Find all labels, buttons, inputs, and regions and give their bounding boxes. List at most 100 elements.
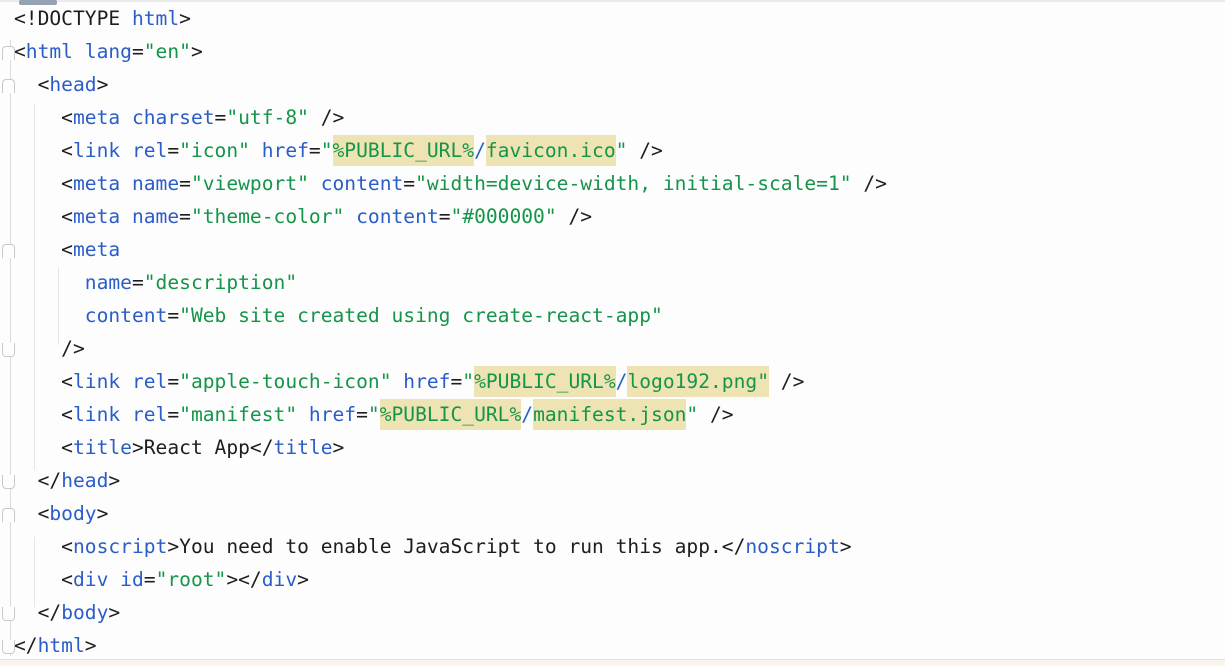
code-token: content bbox=[85, 304, 168, 327]
code-token: meta bbox=[73, 205, 120, 228]
code-token: /> bbox=[627, 139, 662, 162]
code-token: /> bbox=[557, 205, 592, 228]
code-token: < bbox=[14, 502, 49, 525]
fold-start-marker[interactable] bbox=[2, 79, 15, 93]
code-token: name bbox=[132, 172, 179, 195]
code-line[interactable]: <!DOCTYPE html> bbox=[14, 2, 887, 35]
code-token: >You need to enable JavaScript to run th… bbox=[167, 535, 745, 558]
code-line[interactable]: name="description" bbox=[14, 266, 887, 299]
code-token: "root" bbox=[156, 568, 227, 591]
highlighted-token: %PUBLIC_URL% bbox=[474, 366, 616, 397]
code-token: </ bbox=[14, 634, 38, 657]
code-token: <!DOCTYPE bbox=[14, 7, 132, 30]
code-token: link bbox=[73, 370, 120, 393]
code-token: rel bbox=[132, 370, 167, 393]
highlighted-token: favicon.ico bbox=[486, 135, 616, 166]
code-token bbox=[120, 106, 132, 129]
fold-end-marker[interactable] bbox=[2, 475, 15, 489]
code-token: rel bbox=[132, 403, 167, 426]
code-token: = bbox=[179, 172, 191, 195]
code-line[interactable]: <title>React App</title> bbox=[14, 431, 887, 464]
fold-start-marker[interactable] bbox=[2, 46, 15, 60]
code-line[interactable]: </body> bbox=[14, 596, 887, 629]
code-token bbox=[392, 370, 404, 393]
code-token: title bbox=[274, 436, 333, 459]
code-token: / bbox=[521, 403, 533, 426]
code-token: = bbox=[215, 106, 227, 129]
code-token: /> bbox=[14, 337, 85, 360]
code-line[interactable]: <html lang="en"> bbox=[14, 35, 887, 68]
code-token: href bbox=[262, 139, 309, 162]
fold-end-marker[interactable] bbox=[2, 640, 15, 654]
code-token: < bbox=[14, 139, 73, 162]
code-token bbox=[120, 403, 132, 426]
highlighted-token: manifest.json bbox=[533, 399, 686, 430]
code-line[interactable]: <meta charset="utf-8" /> bbox=[14, 101, 887, 134]
code-token bbox=[120, 205, 132, 228]
code-line[interactable]: <link rel="icon" href="%PUBLIC_URL%/favi… bbox=[14, 134, 887, 167]
code-token: < bbox=[14, 205, 73, 228]
code-token: div bbox=[262, 568, 297, 591]
code-line[interactable]: <link rel="apple-touch-icon" href="%PUBL… bbox=[14, 365, 887, 398]
code-token: noscript bbox=[745, 535, 839, 558]
code-token: html bbox=[132, 7, 179, 30]
code-token: "viewport" bbox=[191, 172, 309, 195]
code-token: = bbox=[144, 568, 156, 591]
code-line[interactable]: <head> bbox=[14, 68, 887, 101]
code-line[interactable]: <meta bbox=[14, 233, 887, 266]
code-token: /> bbox=[698, 403, 733, 426]
code-line[interactable]: /> bbox=[14, 332, 887, 365]
code-token: = bbox=[167, 370, 179, 393]
code-token: div bbox=[73, 568, 108, 591]
code-token: name bbox=[132, 205, 179, 228]
code-line[interactable]: </html> bbox=[14, 629, 887, 662]
code-token: html bbox=[26, 40, 73, 63]
code-token: > bbox=[108, 601, 120, 624]
code-token: = bbox=[450, 370, 462, 393]
code-token: > bbox=[191, 40, 203, 63]
code-token: meta bbox=[73, 172, 120, 195]
code-editor[interactable]: <!DOCTYPE html><html lang="en"> <head> <… bbox=[0, 0, 1225, 666]
highlighted-token: logo192.png" bbox=[627, 366, 769, 397]
code-token: </ bbox=[14, 469, 61, 492]
fold-start-marker[interactable] bbox=[2, 508, 15, 522]
code-token: "apple-touch-icon" bbox=[179, 370, 391, 393]
code-token: = bbox=[167, 304, 179, 327]
code-token: meta bbox=[73, 106, 120, 129]
code-line[interactable]: <div id="root"></div> bbox=[14, 563, 887, 596]
code-token: "Web site created using create-react-app… bbox=[179, 304, 663, 327]
fold-start-marker[interactable] bbox=[2, 244, 15, 258]
code-lines[interactable]: <!DOCTYPE html><html lang="en"> <head> <… bbox=[14, 2, 887, 662]
code-line[interactable]: <meta name="theme-color" content="#00000… bbox=[14, 200, 887, 233]
code-token: href bbox=[403, 370, 450, 393]
fold-end-marker[interactable] bbox=[2, 343, 15, 357]
code-line[interactable]: <meta name="viewport" content="width=dev… bbox=[14, 167, 887, 200]
fold-end-marker[interactable] bbox=[2, 607, 15, 621]
code-token bbox=[297, 403, 309, 426]
code-line[interactable]: <link rel="manifest" href="%PUBLIC_URL%/… bbox=[14, 398, 887, 431]
code-token: / bbox=[616, 370, 628, 393]
code-token: " bbox=[462, 370, 474, 393]
code-token: = bbox=[167, 139, 179, 162]
code-token bbox=[344, 205, 356, 228]
code-token: "width=device-width, initial-scale=1" bbox=[415, 172, 851, 195]
code-line[interactable]: <noscript>You need to enable JavaScript … bbox=[14, 530, 887, 563]
code-line[interactable]: content="Web site created using create-r… bbox=[14, 299, 887, 332]
highlighted-token: %PUBLIC_URL% bbox=[380, 399, 522, 430]
code-line[interactable]: <body> bbox=[14, 497, 887, 530]
code-token bbox=[120, 370, 132, 393]
code-token: " bbox=[321, 139, 333, 162]
code-token: href bbox=[309, 403, 356, 426]
code-line[interactable]: </head> bbox=[14, 464, 887, 497]
code-token: > bbox=[333, 436, 345, 459]
code-token: content bbox=[321, 172, 404, 195]
code-token: body bbox=[61, 601, 108, 624]
code-token: html bbox=[38, 634, 85, 657]
code-token: body bbox=[49, 502, 96, 525]
code-token: > bbox=[179, 7, 191, 30]
code-token: head bbox=[61, 469, 108, 492]
code-token: > bbox=[97, 73, 109, 96]
code-token: " bbox=[368, 403, 380, 426]
code-token: rel bbox=[132, 139, 167, 162]
code-token: "manifest" bbox=[179, 403, 297, 426]
